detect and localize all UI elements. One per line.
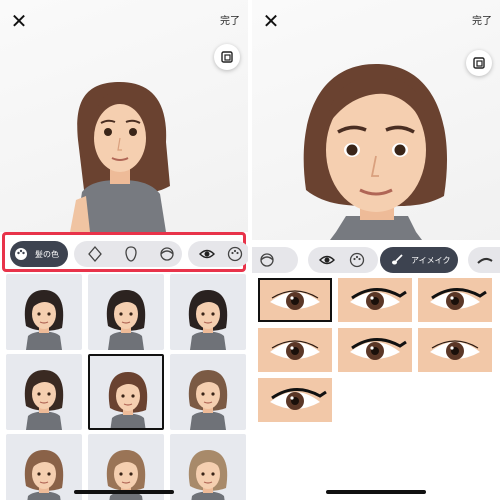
eye-thumbnail [350,338,407,360]
avatar-thumbnail [108,372,148,428]
category-toolbar: 髪の色 [0,232,248,272]
category-toolbar: アイメイク [252,242,500,278]
eye-makeup-option[interactable] [418,278,492,322]
close-icon[interactable]: ✕ [260,10,282,32]
palette-icon[interactable] [346,249,368,271]
avatar-preview: ✕ 完了 [0,0,248,232]
avatar-thumbnail [188,290,228,350]
eye-makeup-option[interactable] [338,278,412,322]
frame-icon [473,57,485,69]
avatar-preview: ✕ 完了 [252,0,500,240]
hair-color-option[interactable] [170,274,246,350]
hair-color-option[interactable] [170,434,246,500]
close-icon[interactable]: ✕ [8,10,30,32]
color-palette-icon[interactable] [224,243,246,265]
face-shape-icon[interactable] [84,243,106,265]
hair-icon[interactable] [256,249,278,271]
hair-color-screen: ✕ 完了 髪の色 [0,0,248,500]
hair-color-option[interactable] [6,274,82,350]
eye-makeup-option[interactable] [258,328,332,372]
avatar-thumbnail [24,290,64,350]
avatar-thumbnail [188,370,228,430]
done-button[interactable]: 完了 [220,12,240,27]
eye-thumbnail [430,288,487,310]
shape-tab-group [74,241,182,267]
avatar-thumbnail [24,450,64,500]
avatar-image [70,82,170,232]
hair-color-option[interactable] [6,434,82,500]
hair-color-option[interactable] [88,354,164,430]
shape-tab-group [252,247,298,273]
hair-color-label: 髪の色 [35,249,59,259]
eye-makeup-label: アイメイク [411,255,451,265]
eye-tab-group [308,247,378,273]
eye-makeup-tab[interactable]: アイメイク [380,247,458,273]
frame-icon [221,51,233,63]
hair-color-tab[interactable]: 髪の色 [10,241,68,267]
done-button[interactable]: 完了 [472,12,492,27]
eye-thumbnail [350,288,407,310]
eye-makeup-option[interactable] [258,378,332,422]
eye-thumbnail [430,340,480,360]
eye-makeup-screen: ✕ 完了 アイメイク [252,0,500,500]
avatar-thumbnail [106,290,146,350]
eye-thumbnail [270,290,320,310]
eye-makeup-option[interactable] [338,328,412,372]
avatar-thumbnail [188,450,228,500]
eye-icon[interactable] [196,243,218,265]
eye-thumbnail [270,388,327,410]
eye-makeup-option[interactable] [418,328,492,372]
home-indicator [74,490,174,494]
hair-color-option[interactable] [6,354,82,430]
brush-icon [386,249,408,271]
eye-thumbnail [270,340,320,360]
eye-tab-group [188,241,248,267]
hair-icon[interactable] [156,243,178,265]
camera-view-button[interactable] [466,50,492,76]
eyebrow-icon[interactable] [474,249,496,271]
hair-color-option[interactable] [170,354,246,430]
eyebrow-tab-group [468,247,500,273]
hair-color-option[interactable] [88,274,164,350]
avatar-face-image [303,64,448,240]
camera-view-button[interactable] [214,44,240,70]
eye-icon[interactable] [316,249,338,271]
eye-makeup-option[interactable] [258,278,332,322]
avatar-thumbnail [24,370,64,430]
palette-icon [10,243,32,265]
face-outline-icon[interactable] [120,243,142,265]
home-indicator [326,490,426,494]
